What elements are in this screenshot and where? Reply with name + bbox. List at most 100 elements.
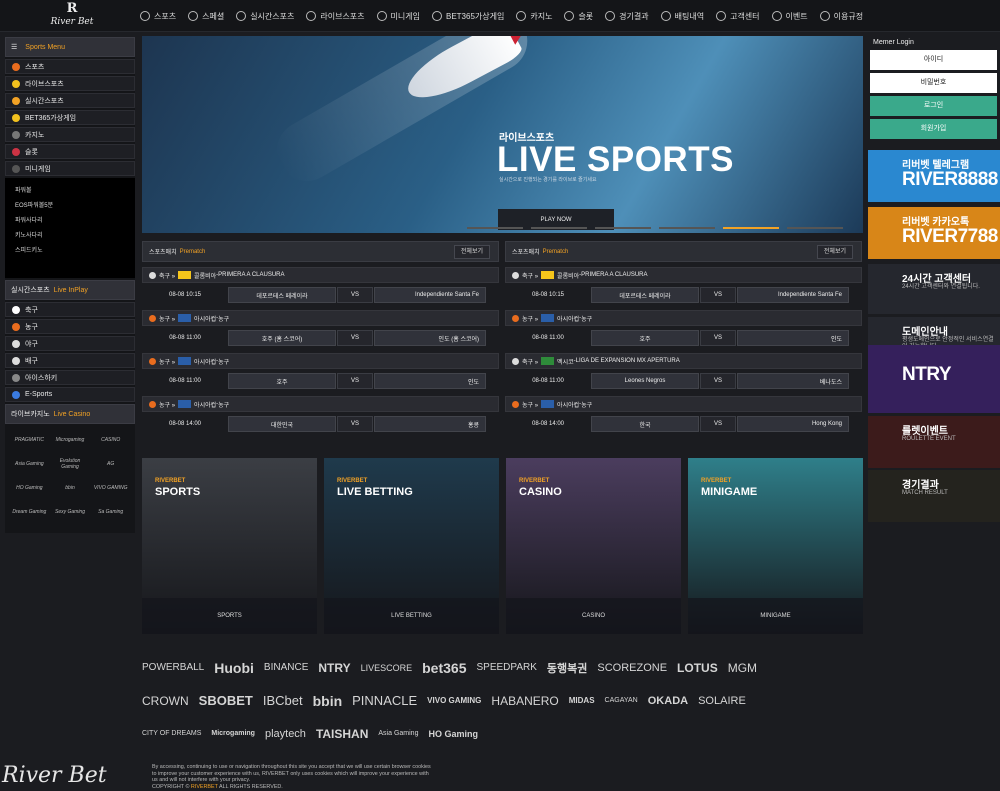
casino-provider-logo[interactable]: HO Gaming (11, 478, 48, 498)
partner-logo[interactable]: SOLAIRE (698, 695, 746, 707)
nav-item[interactable]: 미니게임 (376, 11, 420, 22)
vs-button[interactable]: VS (337, 287, 373, 303)
casino-provider-logo[interactable]: CASINO (92, 430, 129, 450)
partner-logo[interactable]: SPEEDPARK (476, 662, 536, 673)
minigame-item[interactable]: 파워볼 (15, 184, 125, 199)
vs-button[interactable]: VS (337, 330, 373, 346)
partner-logo[interactable]: LOTUS (677, 661, 718, 675)
nav-item[interactable]: 배팅내역 (660, 11, 704, 22)
casino-provider-logo[interactable]: Dream Gaming (11, 502, 48, 522)
sports-menu-item[interactable]: 슬롯 (5, 144, 135, 159)
copyright-brand[interactable]: RIVERBET (191, 784, 218, 790)
nav-item[interactable]: 이용규정 (819, 11, 863, 22)
inplay-item[interactable]: 야구 (5, 336, 135, 351)
inplay-item[interactable]: E-Sports (5, 387, 135, 402)
partner-logo[interactable]: HABANERO (491, 694, 558, 708)
partner-logo[interactable]: MGM (728, 661, 757, 675)
casino-provider-logo[interactable]: Sa Gaming (92, 502, 129, 522)
away-team-button[interactable]: 베나도스 (737, 373, 849, 389)
partner-logo[interactable]: BINANCE (264, 662, 308, 673)
category-card[interactable]: RIVERBET MINIGAME MINIGAME (688, 458, 863, 634)
partner-logo[interactable]: HO Gaming (428, 729, 478, 739)
pager-dot[interactable] (531, 227, 587, 229)
vs-button[interactable]: VS (700, 416, 736, 432)
casino-provider-logo[interactable]: PRAGMATIC (11, 430, 48, 450)
sports-menu-item[interactable]: BET365가상게임 (5, 110, 135, 125)
home-team-button[interactable]: 호주 (591, 330, 699, 346)
inplay-item[interactable]: 배구 (5, 353, 135, 368)
pager-dot-active[interactable] (723, 227, 779, 229)
league-header[interactable]: 축구 » 콜롬비아 - PRIMERA A CLAUSURA (142, 267, 499, 283)
partner-logo[interactable]: TAISHAN (316, 727, 368, 741)
casino-provider-logo[interactable]: Asia Gaming (11, 454, 48, 474)
sports-menu-item[interactable]: 카지노 (5, 127, 135, 142)
join-button[interactable]: 회원가입 (870, 119, 997, 139)
casino-provider-logo[interactable]: bbin (52, 478, 89, 498)
nav-item[interactable]: 슬롯 (564, 11, 593, 22)
nav-item[interactable]: 카지노 (516, 11, 552, 22)
minigame-item[interactable]: 키노사다리 (15, 229, 125, 244)
nav-item[interactable]: 스포츠 (140, 11, 176, 22)
sports-menu-item[interactable]: 라이브스포츠 (5, 76, 135, 91)
nav-item[interactable]: BET365가상게임 (431, 11, 504, 22)
vs-button[interactable]: VS (700, 373, 736, 389)
league-header[interactable]: 농구 » 아시아컵 - 농구 (505, 310, 862, 326)
partner-logo[interactable]: Microgaming (211, 730, 255, 737)
side-banner[interactable]: 리버벳 텔레그램 RIVER8888 (868, 150, 1000, 202)
nav-item[interactable]: 경기결과 (605, 11, 649, 22)
sports-menu-item[interactable]: 미니게임 (5, 161, 135, 176)
home-team-button[interactable]: Leones Negros (591, 373, 699, 389)
casino-provider-logo[interactable]: Sexy Gaming (52, 502, 89, 522)
partner-logo[interactable]: IBCbet (263, 693, 303, 708)
partner-logo[interactable]: PINNACLE (352, 693, 417, 708)
side-banner[interactable]: 룰렛이벤트 ROULETTE EVENT (868, 416, 1000, 468)
partner-logo[interactable]: 동행복권 (547, 660, 587, 676)
category-card[interactable]: RIVERBET LIVE BETTING LIVE BETTING (324, 458, 499, 634)
league-header[interactable]: 축구 » 멕시코 - LIGA DE EXPANSION MX APERTURA (505, 353, 862, 369)
nav-item[interactable]: 스페셜 (188, 11, 224, 22)
pager-dot[interactable] (787, 227, 843, 229)
league-header[interactable]: 농구 » 아시아컵 - 농구 (142, 396, 499, 412)
partner-logo[interactable]: SBOBET (199, 693, 253, 708)
vs-button[interactable]: VS (337, 373, 373, 389)
category-card[interactable]: RIVERBET SPORTS SPORTS (142, 458, 317, 634)
partner-logo[interactable]: CITY OF DREAMS (142, 730, 201, 737)
vs-button[interactable]: VS (337, 416, 373, 432)
nav-item[interactable]: 실시간스포츠 (236, 11, 294, 22)
nav-item[interactable]: 이벤트 (771, 11, 808, 22)
pager-dot[interactable] (467, 227, 523, 229)
login-button[interactable]: 로그인 (870, 96, 997, 116)
home-team-button[interactable]: 대한민국 (228, 416, 336, 432)
minigame-item[interactable]: EOS파워볼5분 (15, 199, 125, 214)
home-team-button[interactable]: 호주 (228, 373, 336, 389)
side-banner[interactable]: 도메인안내평생도메인으로 안정적인 서비스연결이 가능합니다. (868, 317, 1000, 345)
casino-provider-logo[interactable]: VIVO GAMING (92, 478, 129, 498)
league-header[interactable]: 농구 » 아시아컵 - 농구 (142, 353, 499, 369)
away-team-button[interactable]: Independiente Santa Fe (374, 287, 486, 303)
away-team-button[interactable]: Independiente Santa Fe (737, 287, 849, 303)
partner-logo[interactable]: CROWN (142, 694, 189, 708)
partner-logo[interactable]: playtech (265, 728, 306, 740)
category-card[interactable]: RIVERBET CASINO CASINO (506, 458, 681, 634)
id-field[interactable]: 아이디 (870, 50, 997, 70)
view-all-button[interactable]: 전체보기 (816, 245, 853, 259)
partner-logo[interactable]: SCOREZONE (597, 662, 667, 674)
sports-menu-item[interactable]: 스포츠 (5, 59, 135, 74)
vs-button[interactable]: VS (700, 287, 736, 303)
partner-logo[interactable]: bbin (313, 693, 343, 709)
sports-menu-item[interactable]: 실시간스포츠 (5, 93, 135, 108)
home-team-button[interactable]: 한국 (591, 416, 699, 432)
partner-logo[interactable]: LIVESCORE (361, 663, 413, 673)
partner-logo[interactable]: VIVO GAMING (427, 696, 481, 705)
casino-provider-logo[interactable]: Microgaming (52, 430, 89, 450)
partner-logo[interactable]: MIDAS (569, 696, 595, 705)
password-field[interactable]: 비밀번호 (870, 73, 997, 93)
side-banner[interactable]: NTRY (868, 345, 1000, 413)
pager-dot[interactable] (595, 227, 651, 229)
casino-provider-logo[interactable]: Evolution Gaming (52, 454, 89, 474)
partner-logo[interactable]: CAGAYAN (605, 697, 638, 704)
nav-item[interactable]: 라이브스포츠 (306, 11, 365, 22)
partner-logo[interactable]: bet365 (422, 660, 466, 676)
side-banner[interactable]: 경기결과 MATCH RESULT (868, 470, 1000, 522)
league-header[interactable]: 농구 » 아시아컵 - 농구 (142, 310, 499, 326)
